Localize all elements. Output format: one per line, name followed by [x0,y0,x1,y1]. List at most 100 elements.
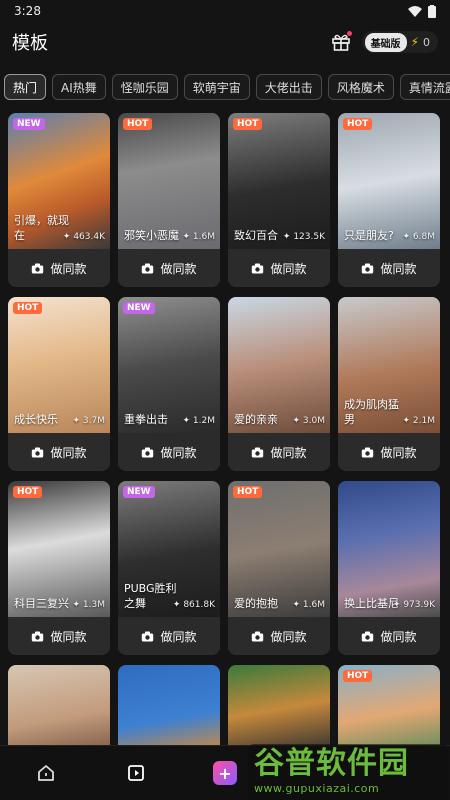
template-thumbnail[interactable]: HOT [338,665,440,753]
make-same-button[interactable]: 做同款 [118,433,220,471]
hot-badge: HOT [13,486,43,498]
template-card[interactable] [118,665,220,753]
camera-icon [362,631,374,641]
usage-count: ✦ 2.1M [403,416,435,426]
make-same-button[interactable]: 做同款 [228,433,330,471]
template-card[interactable]: 爱的亲亲 ✦ 3.0M 做同款 [228,297,330,471]
template-card[interactable]: 换上比基尼 ✦ 973.9K 做同款 [338,481,440,655]
nav-home[interactable] [33,760,59,786]
template-card[interactable]: 成为肌肉猛男 ✦ 2.1M 做同款 [338,297,440,471]
tab-2[interactable]: 怪咖乐园 [111,74,178,100]
sparkle-icon: ✦ [62,232,74,242]
tab-1[interactable]: AI热舞 [52,74,106,100]
usage-value: 973.9K [403,600,435,610]
watermark-text: 谷普软件园 [254,746,409,781]
new-badge: NEW [13,118,45,130]
template-name: 爱的抱抱 [234,597,278,610]
template-thumbnail[interactable]: NEW 引爆，就现在 ✦ 463.4K [8,113,110,249]
template-thumbnail[interactable]: 换上比基尼 ✦ 973.9K [338,481,440,617]
template-card[interactable]: HOT [338,665,440,753]
category-tabs: 热门AI热舞怪咖乐园软萌宇宙大佬出击风格魔术真情流露 [4,74,450,102]
hot-badge: HOT [123,118,153,130]
template-thumbnail[interactable]: HOT 邪笑小恶魔 ✦ 1.6M [118,113,220,249]
template-card[interactable]: HOT 致幻百合 ✦ 123.5K 做同款 [228,113,330,287]
template-thumbnail[interactable]: NEW 重拳出击 ✦ 1.2M [118,297,220,433]
battery-icon [428,4,436,18]
tab-4[interactable]: 大佬出击 [255,74,322,100]
tab-6[interactable]: 真情流露 [399,74,450,100]
usage-value: 1.6M [302,600,325,610]
template-card[interactable]: HOT 成长快乐 ✦ 3.7M 做同款 [8,297,110,471]
camera-icon [252,631,264,641]
nav-create[interactable]: + [212,760,238,786]
camera-icon [32,631,44,641]
template-thumbnail[interactable] [8,665,110,753]
lightning-icon: ⚡ [410,35,419,49]
make-same-button[interactable]: 做同款 [118,617,220,655]
usage-count: ✦ 861.8K [173,600,215,610]
template-thumbnail[interactable] [118,665,220,753]
template-card[interactable]: HOT 邪笑小恶魔 ✦ 1.6M 做同款 [118,113,220,287]
template-card[interactable] [8,665,110,753]
make-same-label: 做同款 [50,629,87,644]
usage-count: ✦ 1.6M [183,232,215,242]
make-same-label: 做同款 [270,629,307,644]
make-same-label: 做同款 [160,629,197,644]
camera-icon [362,263,374,273]
make-same-button[interactable]: 做同款 [338,617,440,655]
new-badge: NEW [123,302,155,314]
make-same-label: 做同款 [380,629,417,644]
template-thumbnail[interactable]: HOT 科目三复兴 ✦ 1.3M [8,481,110,617]
tab-3[interactable]: 软萌宇宙 [183,74,250,100]
make-same-button[interactable]: 做同款 [8,249,110,287]
make-same-button[interactable]: 做同款 [118,249,220,287]
make-same-button[interactable]: 做同款 [8,617,110,655]
make-same-label: 做同款 [160,445,197,460]
tab-0[interactable]: 热门 [4,74,47,100]
tab-5[interactable]: 风格魔术 [327,74,394,100]
template-card[interactable]: NEW 重拳出击 ✦ 1.2M 做同款 [118,297,220,471]
template-thumbnail[interactable]: HOT 成长快乐 ✦ 3.7M [8,297,110,433]
usage-value: 6.8M [412,232,435,242]
template-card[interactable]: NEW 引爆，就现在 ✦ 463.4K 做同款 [8,113,110,287]
template-thumbnail[interactable]: HOT 致幻百合 ✦ 123.5K [228,113,330,249]
template-card[interactable]: HOT 爱的抱抱 ✦ 1.6M 做同款 [228,481,330,655]
hot-badge: HOT [343,118,373,130]
make-same-label: 做同款 [160,261,197,276]
usage-value: 3.0M [302,416,325,426]
template-card[interactable]: HOT 科目三复兴 ✦ 1.3M 做同款 [8,481,110,655]
watermark: 谷普软件园 www.gupuxiazai.com [248,744,448,800]
gift-button[interactable] [330,31,352,53]
make-same-button[interactable]: 做同款 [338,249,440,287]
template-name: 重拳出击 [124,413,168,426]
template-thumbnail[interactable] [228,665,330,753]
usage-count: ✦ 973.9K [393,600,435,610]
template-thumbnail[interactable]: HOT 只是朋友? ✦ 6.8M [338,113,440,249]
plan-credits-pill[interactable]: 基础版 ⚡ 0 [361,31,438,53]
template-card[interactable]: HOT 只是朋友? ✦ 6.8M 做同款 [338,113,440,287]
camera-icon [252,263,264,273]
template-thumbnail[interactable]: 爱的亲亲 ✦ 3.0M [228,297,330,433]
make-same-button[interactable]: 做同款 [338,433,440,471]
make-same-button[interactable]: 做同款 [228,249,330,287]
app-header: 模板 基础版 ⚡ 0 [0,26,450,58]
template-thumbnail[interactable]: HOT 爱的抱抱 ✦ 1.6M [228,481,330,617]
usage-count: ✦ 1.6M [293,600,325,610]
template-thumbnail[interactable]: 成为肌肉猛男 ✦ 2.1M [338,297,440,433]
make-same-button[interactable]: 做同款 [8,433,110,471]
make-same-label: 做同款 [270,445,307,460]
usage-value: 1.2M [192,416,215,426]
plus-icon: + [213,761,237,785]
hot-badge: HOT [233,486,263,498]
usage-value: 861.8K [183,600,215,610]
template-card[interactable] [228,665,330,753]
template-thumbnail[interactable]: NEW PUBG胜利之舞 ✦ 861.8K [118,481,220,617]
nav-templates[interactable] [123,760,149,786]
usage-value: 123.5K [293,232,325,242]
clock: 3:28 [14,4,41,18]
make-same-label: 做同款 [270,261,307,276]
make-same-button[interactable]: 做同款 [228,617,330,655]
template-card[interactable]: NEW PUBG胜利之舞 ✦ 861.8K 做同款 [118,481,220,655]
camera-icon [32,263,44,273]
sparkle-icon: ✦ [72,416,83,426]
